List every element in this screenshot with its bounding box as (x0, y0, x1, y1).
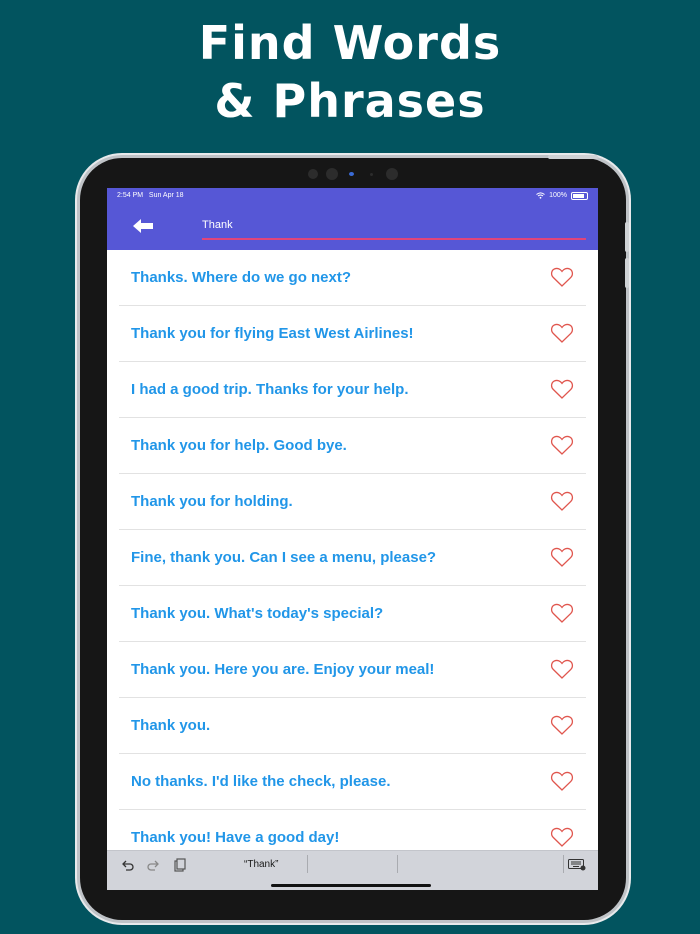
sensor-icon (349, 172, 354, 176)
app-screen: 2:54 PM Sun Apr 18 100% Thanks. Where do… (107, 188, 598, 890)
phrase-row[interactable]: Thank you. (119, 698, 586, 754)
headline-line-2: & Phrases (214, 74, 486, 128)
phrase-text[interactable]: Thanks. Where do we go next? (131, 250, 351, 305)
promo-headline: Find Words & Phrases (0, 14, 700, 130)
phrase-row[interactable]: Thanks. Where do we go next? (119, 250, 586, 306)
suggestion-divider (397, 855, 398, 873)
phrase-text[interactable]: Thank you for help. Good bye. (131, 418, 347, 473)
volume-button (625, 222, 629, 252)
undo-icon[interactable] (121, 859, 134, 871)
home-indicator (271, 884, 431, 887)
camera-icon (326, 168, 338, 180)
wifi-icon (536, 192, 545, 199)
heart-outline-icon[interactable] (550, 546, 574, 568)
phrase-row[interactable]: Fine, thank you. Can I see a menu, pleas… (119, 530, 586, 586)
heart-outline-icon[interactable] (550, 322, 574, 344)
heart-outline-icon[interactable] (550, 434, 574, 456)
suggestion-divider (563, 855, 564, 873)
phrase-text[interactable]: Thank you. (131, 698, 210, 753)
phrase-row[interactable]: Thank you for flying East West Airlines! (119, 306, 586, 362)
phrase-text[interactable]: Thank you for holding. (131, 474, 293, 529)
heart-outline-icon[interactable] (550, 266, 574, 288)
keyboard-shortcut-bar: “Thank” (107, 850, 598, 890)
sensor-icon (370, 173, 373, 176)
volume-button-2 (625, 258, 629, 288)
headline-line-1: Find Words (198, 16, 502, 70)
search-input[interactable] (202, 212, 586, 240)
phrase-text[interactable]: Fine, thank you. Can I see a menu, pleas… (131, 530, 436, 585)
camera-icon (386, 168, 398, 180)
status-bar: 2:54 PM Sun Apr 18 100% (107, 188, 598, 203)
phrase-text[interactable]: Thank you for flying East West Airlines! (131, 306, 414, 361)
phrase-text[interactable]: I had a good trip. Thanks for your help. (131, 362, 409, 417)
heart-outline-icon[interactable] (550, 714, 574, 736)
phrase-row[interactable]: Thank you. What's today's special? (119, 586, 586, 642)
heart-outline-icon[interactable] (550, 826, 574, 848)
clipboard-icon[interactable] (174, 858, 186, 872)
heart-outline-icon[interactable] (550, 770, 574, 792)
phrase-list: Thanks. Where do we go next? Thank you fo… (119, 250, 586, 866)
phrase-text[interactable]: Thank you. What's today's special? (131, 586, 383, 641)
status-time: 2:54 PM (117, 192, 144, 199)
suggestion-divider (307, 855, 308, 873)
redo-icon[interactable] (147, 859, 160, 871)
autocomplete-suggestion[interactable]: “Thank” (244, 859, 278, 870)
top-button-2 (562, 155, 598, 159)
arrow-left-icon[interactable] (131, 217, 155, 235)
heart-outline-icon[interactable] (550, 602, 574, 624)
phrase-row[interactable]: Thank you. Here you are. Enjoy your meal… (119, 642, 586, 698)
heart-outline-icon[interactable] (550, 378, 574, 400)
status-date: Sun Apr 18 (148, 192, 184, 199)
keyboard-icon[interactable] (568, 859, 586, 871)
camera-icon (308, 169, 318, 179)
battery-percent: 100% (549, 192, 567, 199)
phrase-row[interactable]: I had a good trip. Thanks for your help. (119, 362, 586, 418)
phrase-row[interactable]: Thank you for holding. (119, 474, 586, 530)
heart-outline-icon[interactable] (550, 490, 574, 512)
phrase-row[interactable]: Thank you for help. Good bye. (119, 418, 586, 474)
battery-icon (571, 191, 588, 200)
phrase-row[interactable]: No thanks. I'd like the check, please. (119, 754, 586, 810)
camera-bar (300, 165, 404, 183)
heart-outline-icon[interactable] (550, 658, 574, 680)
nav-bar (107, 203, 598, 250)
phrase-text[interactable]: Thank you. Here you are. Enjoy your meal… (131, 642, 434, 697)
phrase-text[interactable]: No thanks. I'd like the check, please. (131, 754, 391, 809)
